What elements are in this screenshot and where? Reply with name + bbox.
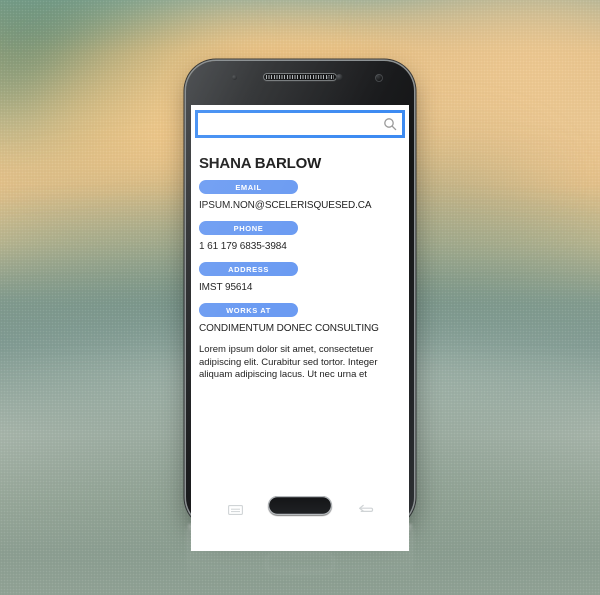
- front-camera-icon: [375, 74, 383, 82]
- phone-device: SHANA BARLOW EMAIL IPSUM.NON@SCELERISQUE…: [186, 61, 414, 551]
- field-label-email: EMAIL: [199, 180, 298, 194]
- proximity-sensor-icon: [232, 75, 237, 80]
- back-icon[interactable]: [358, 501, 374, 513]
- field-value-email[interactable]: IPSUM.NON@SCELERISQUESED.CA: [199, 200, 401, 212]
- search-icon[interactable]: [378, 113, 402, 135]
- proximity-sensor-icon: [336, 74, 343, 81]
- home-button[interactable]: [268, 496, 332, 515]
- speaker-grille-icon: [263, 73, 337, 81]
- menu-icon[interactable]: [228, 502, 243, 515]
- page-title: SHANA BARLOW: [199, 155, 322, 172]
- field-label-phone: PHONE: [199, 221, 298, 235]
- field-label-address: ADDRESS: [199, 262, 298, 276]
- search-input[interactable]: [198, 113, 378, 135]
- field-label-works-at: WORKS AT: [199, 303, 298, 317]
- phone-button-row: [186, 489, 414, 527]
- phone-screen: SHANA BARLOW EMAIL IPSUM.NON@SCELERISQUE…: [191, 105, 409, 551]
- field-value-works-at[interactable]: CONDIMENTUM DONEC CONSULTING: [199, 323, 401, 334]
- contact-bio: Lorem ipsum dolor sit amet, consectetuer…: [199, 344, 378, 381]
- phone-hardware-row: [186, 72, 414, 84]
- light-sensor-icon: [327, 75, 331, 80]
- field-value-phone[interactable]: 1 61 179 6835-3984: [199, 241, 401, 253]
- field-value-address[interactable]: IMST 95614: [199, 282, 401, 294]
- search-bar[interactable]: [195, 110, 405, 138]
- screenshot-stage: SHANA BARLOW EMAIL IPSUM.NON@SCELERISQUE…: [0, 0, 600, 595]
